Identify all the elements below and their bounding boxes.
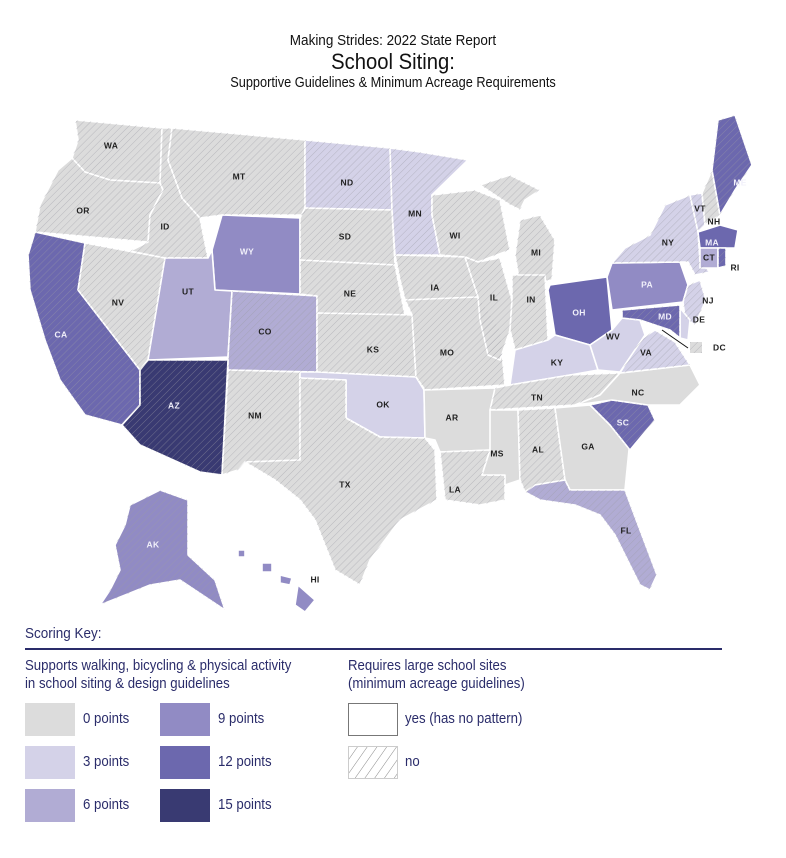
state-wy[interactable] (211, 214, 301, 295)
state-hi[interactable] (237, 549, 316, 613)
state-label-de: DE (693, 314, 705, 324)
score-legend-heading: Supports walking, bicycling & physical a… (25, 657, 291, 693)
scoring-key-title: Scoring Key: (25, 625, 102, 642)
state-label-pa: PA (641, 279, 653, 289)
state-label-al: AL (532, 444, 544, 454)
state-label-fl: FL (621, 525, 632, 535)
state-label-ga: GA (581, 441, 594, 451)
state-ri[interactable] (717, 247, 727, 269)
state-ak[interactable] (99, 489, 226, 611)
legend-swatch-hatch (348, 746, 398, 779)
state-label-az: AZ (168, 400, 180, 410)
state-label-co: CO (258, 326, 271, 336)
state-label-wa: WA (104, 140, 118, 150)
state-label-ar: AR (446, 412, 459, 422)
state-label-tn: TN (531, 392, 543, 402)
state-label-ok: OK (376, 399, 390, 409)
state-label-nm: NM (248, 410, 262, 420)
score-legend-heading-line1: Supports walking, bicycling & physical a… (25, 657, 292, 674)
state-label-tx: TX (339, 479, 350, 489)
legend-label-hatch: no (405, 753, 420, 770)
acreage-legend-heading-line1: Requires large school sites (348, 657, 507, 674)
state-label-wi: WI (450, 230, 461, 240)
state-ia[interactable] (394, 254, 479, 301)
state-label-vt: VT (694, 203, 706, 213)
state-label-mn: MN (408, 208, 422, 218)
state-label-nv: NV (112, 297, 124, 307)
report-subtitle: Making Strides: 2022 State Report (289, 32, 497, 49)
state-label-sd: SD (339, 231, 351, 241)
state-label-ri: RI (730, 262, 739, 272)
legend-label-6-points: 6 points (83, 796, 130, 813)
state-fl[interactable] (524, 479, 658, 591)
state-label-oh: OH (572, 307, 585, 317)
state-label-nc: NC (632, 387, 645, 397)
state-label-il: IL (490, 292, 498, 302)
state-label-nj: NJ (702, 295, 713, 305)
scoring-key-divider (25, 648, 722, 650)
state-label-mi: MI (531, 247, 541, 257)
acreage-legend-heading: Requires large school sites (minimum acr… (348, 657, 525, 693)
state-label-or: OR (76, 205, 89, 215)
state-nd[interactable] (304, 139, 393, 211)
legend-swatch-9-points (160, 703, 210, 736)
legend-swatch-no-pattern (348, 703, 398, 736)
map-description: Supportive Guidelines & Minimum Acreage … (230, 75, 556, 91)
state-label-ak: AK (147, 539, 160, 549)
acreage-legend-heading-line2: (minimum acreage guidelines) (348, 675, 525, 692)
state-label-ut: UT (182, 286, 194, 296)
state-dc-marker-hatch (690, 342, 702, 353)
state-label-ne: NE (344, 288, 356, 298)
legend-label-9-points: 9 points (218, 710, 265, 727)
state-me[interactable] (711, 114, 753, 216)
state-in[interactable] (509, 274, 549, 351)
state-label-dc: DC (713, 342, 726, 352)
state-label-id: ID (160, 221, 169, 231)
legend-swatch-3-points (25, 746, 75, 779)
score-legend-heading-line2: in school siting & design guidelines (25, 675, 230, 692)
us-state-map: WA OR CA NV ID MT WY UT CO AZ NM ND SD NE KS OK TX MN IA MO… (27, 114, 753, 613)
state-label-la: LA (449, 484, 461, 494)
scoring-key: Scoring Key: Supports walking, bicycling… (25, 625, 722, 822)
legend-label-15-points: 15 points (218, 796, 272, 813)
state-label-ms: MS (490, 448, 503, 458)
state-label-ma: MA (705, 237, 719, 247)
state-label-me: ME (733, 177, 746, 187)
state-label-wv: WV (606, 331, 620, 341)
state-label-ia: IA (430, 282, 439, 292)
state-label-nd: ND (341, 177, 354, 187)
state-label-nh: NH (708, 216, 721, 226)
state-co[interactable] (227, 290, 318, 373)
state-label-ct: CT (703, 252, 715, 262)
state-label-mt: MT (233, 171, 246, 181)
legend-swatch-12-points (160, 746, 210, 779)
state-label-va: VA (640, 347, 652, 357)
legend-label-12-points: 12 points (218, 753, 272, 770)
state-label-ks: KS (367, 344, 379, 354)
legend-swatch-0-points (25, 703, 75, 736)
legend-label-no-pattern: yes (has no pattern) (405, 710, 523, 727)
state-label-md: MD (658, 311, 672, 321)
map-title: School Siting: (331, 49, 455, 74)
state-ar[interactable] (423, 387, 496, 453)
legend-label-0-points: 0 points (83, 710, 130, 727)
state-label-mo: MO (440, 347, 454, 357)
legend-swatch-6-points (25, 789, 75, 822)
state-label-ky: KY (551, 357, 563, 367)
state-label-ca: CA (55, 329, 68, 339)
state-nm[interactable] (221, 369, 301, 476)
legend-swatch-15-points (160, 789, 210, 822)
state-wi[interactable] (431, 189, 511, 263)
legend-label-3-points: 3 points (83, 753, 130, 770)
state-label-sc: SC (617, 417, 629, 427)
state-label-hi: HI (310, 574, 319, 584)
state-label-wy: WY (240, 246, 254, 256)
state-label-in: IN (526, 294, 535, 304)
state-label-ny: NY (662, 237, 674, 247)
